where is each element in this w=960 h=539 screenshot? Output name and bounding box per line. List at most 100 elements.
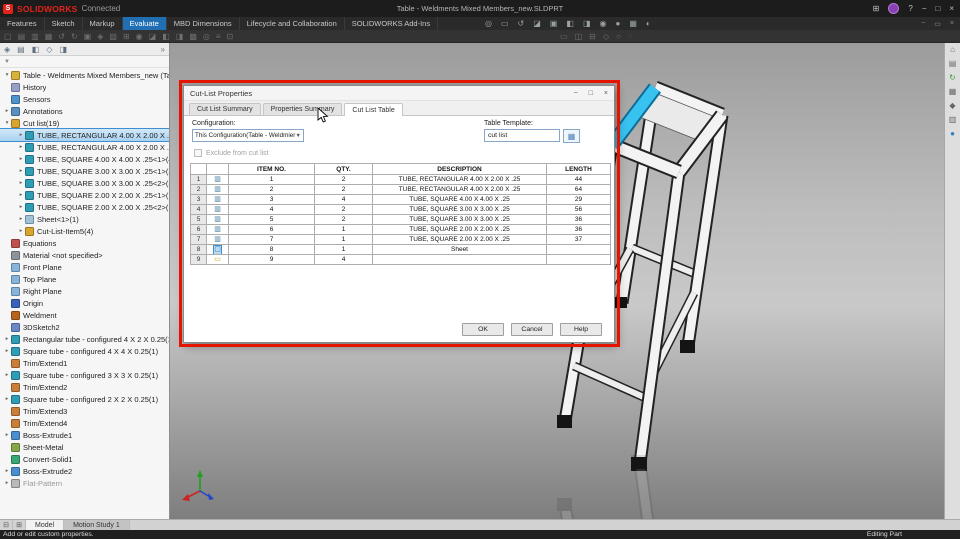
ok-button[interactable]: OK bbox=[462, 323, 504, 336]
table-template-browse-button[interactable]: ▦ bbox=[563, 129, 580, 143]
ribbon-tab-evaluate[interactable]: Evaluate bbox=[122, 17, 167, 30]
rebuild-icon[interactable]: ◈ bbox=[97, 30, 103, 43]
tree-item-trim-extend2[interactable]: Trim/Extend2 bbox=[0, 381, 169, 393]
dialog-maximize-icon[interactable]: □ bbox=[589, 90, 593, 97]
minimize-icon[interactable]: − bbox=[922, 0, 927, 17]
select-icon[interactable]: ▣ bbox=[84, 30, 92, 43]
configurationmanager-icon[interactable]: ◧ bbox=[32, 45, 40, 54]
cell-qty[interactable]: 1 bbox=[314, 234, 373, 245]
sketch-icon[interactable]: ◎ bbox=[203, 30, 210, 43]
view-orientation-icon[interactable]: ◧ bbox=[566, 17, 574, 30]
cell-qty[interactable]: 2 bbox=[314, 184, 373, 195]
cell-length[interactable] bbox=[546, 254, 611, 265]
tree-item-right-plane[interactable]: Right Plane bbox=[0, 285, 169, 297]
ribbon-tab-features[interactable]: Features bbox=[0, 17, 45, 30]
expand-arrow-icon[interactable]: ▸ bbox=[3, 372, 11, 378]
row-number-cell[interactable]: 6 bbox=[190, 224, 207, 235]
tree-item-cut-list-19[interactable]: ▾ Cut list(19) bbox=[0, 117, 169, 129]
save-icon[interactable]: ▥ bbox=[31, 30, 39, 43]
expand-arrow-icon[interactable]: ▸ bbox=[17, 144, 25, 150]
tree-item-trim-extend1[interactable]: Trim/Extend1 bbox=[0, 357, 169, 369]
row-number-cell[interactable]: 4 bbox=[190, 204, 207, 215]
row-number-cell[interactable]: 1 bbox=[190, 174, 207, 185]
tree-item-sensors[interactable]: Sensors bbox=[0, 93, 169, 105]
view-palette-icon[interactable]: ▦ bbox=[945, 85, 960, 99]
table-template-input[interactable]: cut list bbox=[484, 129, 560, 142]
row-icon-cell[interactable]: ▭ bbox=[206, 254, 229, 265]
cell-item-no[interactable]: 4 bbox=[228, 204, 315, 215]
zoom-area-icon[interactable]: ▭ bbox=[501, 17, 509, 30]
tree-item-tube-square-3-00-x-3-00-x-25-2-2[interactable]: ▸ TUBE, SQUARE 3.00 X 3.00 X .25<2>(2) bbox=[0, 177, 169, 189]
row-icon-cell[interactable]: ▥ bbox=[206, 204, 229, 215]
close-icon[interactable]: × bbox=[949, 0, 954, 17]
expand-arrow-icon[interactable]: ▸ bbox=[17, 192, 25, 198]
cell-description[interactable]: TUBE, SQUARE 2.00 X 2.00 X .25 bbox=[372, 224, 547, 235]
cell-description[interactable]: TUBE, SQUARE 3.00 X 3.00 X .25 bbox=[372, 204, 547, 215]
cell-qty[interactable]: 1 bbox=[314, 244, 373, 255]
zoom-fit-icon[interactable]: ◎ bbox=[485, 17, 492, 30]
tree-item-tube-rectangular-4-00-x-2-00-x-25-2-2[interactable]: ▸ TUBE, RECTANGULAR 4.00 X 2.00 X .25<2>(… bbox=[0, 141, 169, 153]
tree-item-3dsketch2[interactable]: 3DSketch2 bbox=[0, 321, 169, 333]
cell-item-no[interactable]: 9 bbox=[228, 254, 315, 265]
tab-new-icon[interactable]: ⊞ bbox=[13, 520, 26, 530]
mass-properties-icon[interactable]: ◨ bbox=[176, 30, 184, 43]
configuration-dropdown[interactable]: This Configuration(Table - Weldmier ▼ bbox=[192, 129, 304, 142]
exclude-checkbox[interactable] bbox=[194, 149, 202, 157]
tree-item-tube-square-4-00-x-4-00-x-25-1-4[interactable]: ▸ TUBE, SQUARE 4.00 X 4.00 X .25<1>(4) bbox=[0, 153, 169, 165]
row-number-cell[interactable]: 3 bbox=[190, 194, 207, 205]
tree-item-trim-extend3[interactable]: Trim/Extend3 bbox=[0, 405, 169, 417]
expand-arrow-icon[interactable]: ▸ bbox=[3, 432, 11, 438]
doc-minimize-icon[interactable]: − bbox=[921, 20, 925, 27]
file-open-icon[interactable]: ▤ bbox=[18, 30, 26, 43]
row-number-cell[interactable]: 2 bbox=[190, 184, 207, 195]
dialog-tab-properties-summary[interactable]: Properties Summary bbox=[262, 103, 343, 115]
expand-arrow-icon[interactable]: ▸ bbox=[17, 216, 25, 222]
community-icon[interactable]: ● bbox=[945, 127, 960, 141]
cell-description[interactable]: TUBE, RECTANGULAR 4.00 X 2.00 X .25 bbox=[372, 174, 547, 185]
tree-filter-row[interactable]: ▼ bbox=[0, 56, 169, 68]
row-icon-cell[interactable]: ▥ bbox=[206, 184, 229, 195]
row-icon-cell[interactable]: ▥ bbox=[206, 234, 229, 245]
cell-length[interactable]: 56 bbox=[546, 204, 611, 215]
row-icon-cell[interactable]: ▥ bbox=[206, 224, 229, 235]
cell-item-no[interactable]: 1 bbox=[228, 174, 315, 185]
apply-scene-icon[interactable]: ▦ bbox=[629, 17, 637, 30]
tree-item-origin[interactable]: Origin bbox=[0, 297, 169, 309]
dynamic-annotation-icon[interactable]: ▣ bbox=[550, 17, 558, 30]
cell-length[interactable]: 44 bbox=[546, 174, 611, 185]
expand-arrow-icon[interactable]: ▸ bbox=[17, 228, 25, 234]
tree-item-tube-square-2-00-x-2-00-x-25-1-1[interactable]: ▸ TUBE, SQUARE 2.00 X 2.00 X .25<1>(1) bbox=[0, 189, 169, 201]
cell-length[interactable]: 36 bbox=[546, 224, 611, 235]
design-library-icon[interactable]: ▤ bbox=[945, 57, 960, 71]
column-header-description[interactable]: DESCRIPTION bbox=[372, 163, 547, 175]
expand-arrow-icon[interactable]: ▸ bbox=[3, 468, 11, 474]
tree-item-tube-square-3-00-x-3-00-x-25-1-2[interactable]: ▸ TUBE, SQUARE 3.00 X 3.00 X .25<1>(2) bbox=[0, 165, 169, 177]
appearance-icon[interactable]: ◉ bbox=[136, 30, 143, 43]
column-header-item-no[interactable]: ITEM NO. bbox=[228, 163, 315, 175]
dialog-title-bar[interactable]: Cut-List Properties − □ × bbox=[184, 86, 614, 101]
cell-description[interactable]: TUBE, SQUARE 2.00 X 2.00 X .25 bbox=[372, 234, 547, 245]
extrude-icon[interactable]: ⊡ bbox=[227, 30, 234, 43]
tree-item-square-tube-configured-4-x-4-x-0-25-1[interactable]: ▸ Square tube - configured 4 X 4 X 0.25(1… bbox=[0, 345, 169, 357]
custom-properties-icon[interactable]: ▥ bbox=[945, 113, 960, 127]
filter-funnel-icon[interactable]: ▼ bbox=[4, 59, 10, 65]
cell-item-no[interactable]: 2 bbox=[228, 184, 315, 195]
cell-qty[interactable]: 2 bbox=[314, 204, 373, 215]
expand-arrow-icon[interactable]: ▾ bbox=[3, 120, 11, 126]
tab-model[interactable]: Model bbox=[26, 520, 65, 530]
cell-qty[interactable]: 4 bbox=[314, 254, 373, 265]
section-view-icon[interactable]: ◪ bbox=[533, 17, 541, 30]
isolate-icon[interactable]: ◇ bbox=[603, 30, 609, 43]
featuremanager-tree-icon[interactable]: ◈ bbox=[4, 45, 10, 54]
cell-item-no[interactable]: 7 bbox=[228, 234, 315, 245]
tree-root-item[interactable]: ▾ Table - Weldments Mixed Members_new (Ta… bbox=[0, 69, 169, 81]
expand-arrow-icon[interactable]: ▸ bbox=[17, 180, 25, 186]
ribbon-tab-markup[interactable]: Markup bbox=[83, 17, 123, 30]
visibility-icon[interactable]: ○ bbox=[616, 30, 621, 43]
tree-item-history[interactable]: History bbox=[0, 81, 169, 93]
cell-qty[interactable]: 4 bbox=[314, 194, 373, 205]
cell-length[interactable] bbox=[546, 244, 611, 255]
doc-close-icon[interactable]: × bbox=[950, 20, 954, 27]
options-icon[interactable]: ⊞ bbox=[123, 30, 130, 43]
user-avatar[interactable] bbox=[888, 3, 900, 14]
